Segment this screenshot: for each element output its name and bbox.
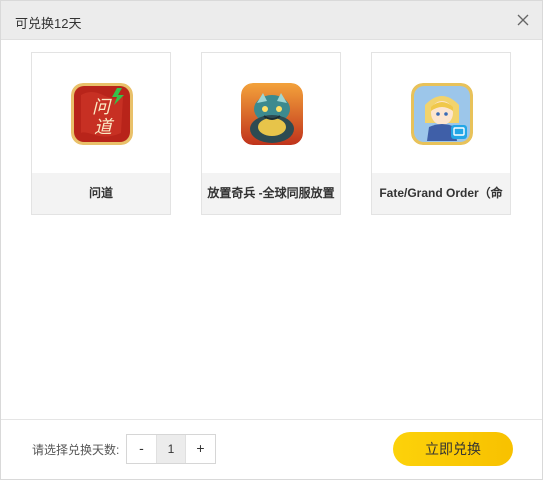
game-card-idle-heroes[interactable]: 放置奇兵 -全球同服放置 (201, 52, 341, 215)
redeem-now-button[interactable]: 立即兑换 (393, 432, 513, 466)
wendao-icon-char-1: 问 (92, 97, 112, 118)
decrement-button[interactable]: - (127, 435, 156, 463)
game-name: 问道 (32, 173, 170, 214)
dialog-title: 可兑换12天 (15, 16, 82, 31)
game-name: 放置奇兵 -全球同服放置 (202, 173, 340, 214)
game-name: Fate/Grand Order（命 (372, 173, 510, 214)
fate-grand-order-game-icon (411, 83, 473, 145)
days-stepper: - 1 + (126, 434, 216, 464)
game-card-fate-grand-order[interactable]: Fate/Grand Order（命 (371, 52, 511, 215)
days-label: 请选择兑换天数: (32, 443, 120, 457)
redeem-dialog: 可兑换12天 问 道 问道 放置奇兵 -全球同服放置 Fate/Grand Or… (0, 0, 543, 480)
game-card-wendao[interactable]: 问 道 问道 (31, 52, 171, 215)
wendao-game-icon: 问 道 (71, 83, 133, 145)
wendao-icon-char-2: 道 (94, 117, 115, 138)
idle-heroes-game-icon (241, 83, 303, 145)
dialog-titlebar: 可兑换12天 (1, 1, 542, 40)
quantity-value[interactable]: 1 (156, 435, 186, 463)
dialog-footer: 请选择兑换天数: - 1 + 立即兑换 (1, 419, 542, 479)
increment-button[interactable]: + (186, 435, 215, 463)
close-icon[interactable] (512, 9, 534, 31)
